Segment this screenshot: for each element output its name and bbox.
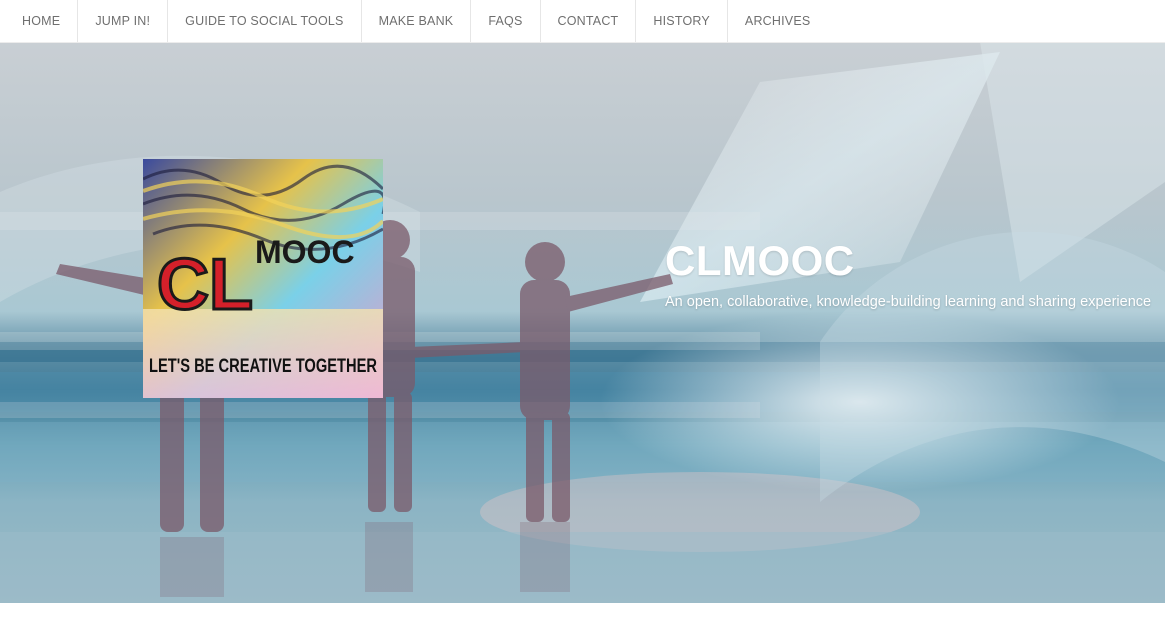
site-logo[interactable]: CL MOOC LET'S BE CREATIVE TOGETHER (143, 159, 383, 398)
site-title[interactable]: CLMOOC (665, 237, 855, 285)
nav-item-home[interactable]: HOME (0, 0, 79, 42)
hero-banner: CL MOOC LET'S BE CREATIVE TOGETHER CLMOO… (0, 42, 1165, 603)
nav-item-jump-in[interactable]: JUMP IN! (78, 0, 169, 42)
nav-item-history[interactable]: HISTORY (636, 0, 728, 42)
site-tagline: An open, collaborative, knowledge-buildi… (665, 294, 1152, 310)
nav-item-archives[interactable]: ARCHIVES (728, 0, 828, 42)
logo-caption: LET'S BE CREATIVE TOGETHER (149, 356, 377, 377)
nav-item-guide-to-social-tools[interactable]: GUIDE TO SOCIAL TOOLS (168, 0, 362, 42)
logo-cl-letters: CL (157, 245, 253, 325)
clmooc-logo-image: CL MOOC LET'S BE CREATIVE TOGETHER (143, 159, 383, 398)
nav-item-faqs[interactable]: FAQS (471, 0, 541, 42)
nav-item-make-bank[interactable]: MAKE BANK (362, 0, 472, 42)
logo-mooc-text: MOOC (255, 234, 355, 270)
content-area (0, 603, 1165, 628)
main-navigation: HOME JUMP IN! GUIDE TO SOCIAL TOOLS MAKE… (0, 0, 1165, 43)
nav-item-contact[interactable]: CONTACT (541, 0, 637, 42)
